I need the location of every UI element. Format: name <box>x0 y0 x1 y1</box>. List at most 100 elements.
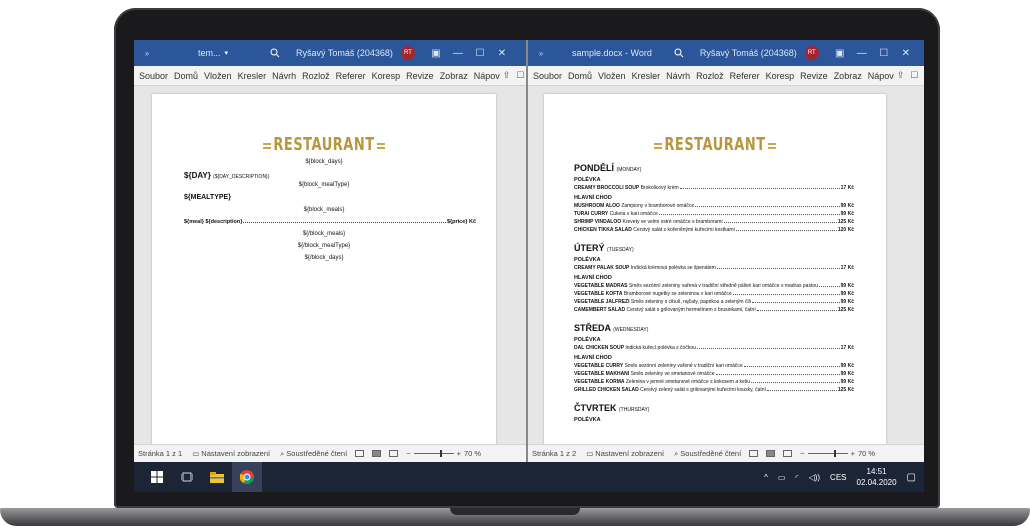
tab-kresleni[interactable]: Kresler <box>629 71 664 81</box>
taskbar-clock[interactable]: 14:51 02.04.2020 <box>857 466 897 488</box>
restaurant-logo: RESTAURANT <box>544 135 886 156</box>
zoom-thumb[interactable] <box>833 450 836 457</box>
menu-item-row: VEGETABLE KORMA Zelenina v jemné smetano… <box>574 379 854 385</box>
tab-napoveda[interactable]: Nápov <box>865 71 897 81</box>
document-page[interactable]: RESTAURANT PONDĚLÍ (MONDAY) POLÉVKA CREAMY… <box>544 94 886 444</box>
search-icon[interactable] <box>672 48 686 58</box>
tray-chevron-icon[interactable]: ^ <box>764 473 768 482</box>
focus-icon: ⌕ <box>280 448 285 458</box>
zoom-level[interactable]: 70 % <box>464 449 481 458</box>
tab-korespondence[interactable]: Koresp <box>369 71 404 81</box>
tab-rozlozeni[interactable]: Rozlož <box>299 71 333 81</box>
wifi-icon[interactable]: ◜ <box>795 473 798 482</box>
notifications-icon[interactable]: ▢ <box>907 472 916 483</box>
close-icon[interactable]: ✕ <box>895 48 917 59</box>
menu-item-row: VEGETABLE JALFREZI Směs zeleniny s cibul… <box>574 299 854 305</box>
comment-icon[interactable]: ☐ <box>910 70 918 81</box>
quick-access-chevron-icon[interactable]: » <box>140 49 154 58</box>
focus-mode-button[interactable]: ⌕ Soustředěné čtení <box>280 449 347 459</box>
web-layout-icon[interactable] <box>389 450 399 457</box>
tab-reference[interactable]: Referer <box>727 71 763 81</box>
avatar[interactable]: RT <box>804 46 819 60</box>
user-name[interactable]: Ryšavý Tomáš (204368) <box>296 48 393 58</box>
tab-domu[interactable]: Domů <box>565 71 595 81</box>
volume-icon[interactable]: ◁)) <box>809 473 820 482</box>
minimize-icon[interactable]: — <box>851 48 873 59</box>
avatar[interactable]: RT <box>400 46 415 60</box>
ribbon-display-icon[interactable]: ▣ <box>425 48 447 59</box>
focus-mode-button[interactable]: ⌕ Soustředěné čtení <box>674 449 741 459</box>
ribbon-tabs: Soubor Domů Vložen Kresler Návrh Rozlož … <box>134 66 526 86</box>
network-icon[interactable]: ▭ <box>778 473 786 482</box>
tab-vlozeni[interactable]: Vložen <box>201 71 235 81</box>
read-mode-icon[interactable] <box>355 450 365 457</box>
maximize-icon[interactable]: ☐ <box>873 48 895 59</box>
zoom-slider[interactable]: − + 70 % <box>406 449 481 458</box>
close-icon[interactable]: ✕ <box>491 48 513 59</box>
menu-section-title: POLÉVKA <box>574 417 601 423</box>
task-view-icon[interactable] <box>172 462 202 492</box>
comment-icon[interactable]: ☐ <box>516 70 524 81</box>
view-settings-button[interactable]: ▭ Nastavení zobrazení <box>586 449 664 458</box>
page-count[interactable]: Stránka 1 z 2 <box>532 449 576 458</box>
menu-item-row: CHICKEN TIKKA SALAD Čerstvý salát s koře… <box>574 227 854 233</box>
ribbon-actions: ⇪ ☐ ☺ <box>503 70 526 81</box>
document-canvas[interactable]: RESTAURANT ${block_days} ${DAY} (${DAY_D… <box>134 86 526 444</box>
document-canvas[interactable]: RESTAURANT PONDĚLÍ (MONDAY) POLÉVKA CREAMY… <box>528 86 924 444</box>
ribbon-display-icon[interactable]: ▣ <box>829 48 851 59</box>
zoom-thumb[interactable] <box>439 450 442 457</box>
menu-section-title: HLAVNÍ CHOD <box>574 195 612 201</box>
menu-section-title: POLÉVKA <box>574 337 601 343</box>
share-icon[interactable]: ⇪ <box>503 70 511 81</box>
menu-item-row: VEGETABLE MADRAS Směs sezónní zeleniny v… <box>574 283 854 289</box>
tab-soubor[interactable]: Soubor <box>136 71 171 81</box>
tab-reference[interactable]: Referer <box>333 71 369 81</box>
menu-day-heading: PONDĚLÍ (MONDAY) <box>574 163 642 173</box>
read-mode-icon[interactable] <box>749 450 759 457</box>
search-icon[interactable] <box>268 48 282 58</box>
windows-taskbar: ^ ▭ ◜ ◁)) CES 14:51 02.04.2020 ▢ <box>134 462 924 492</box>
web-layout-icon[interactable] <box>783 450 793 457</box>
tab-revize[interactable]: Revize <box>403 71 437 81</box>
title-bar: » tem... ▾ Ryšavý Tomáš (204368) RT ▣ — … <box>134 40 526 66</box>
tab-soubor[interactable]: Soubor <box>530 71 565 81</box>
tab-kresleni[interactable]: Kresler <box>235 71 270 81</box>
share-icon[interactable]: ⇪ <box>897 70 905 81</box>
print-layout-icon[interactable] <box>766 450 776 457</box>
menu-item-row: VEGETABLE CURRY Směs sezónní zeleniny va… <box>574 363 854 369</box>
tab-navrh[interactable]: Návrh <box>663 71 693 81</box>
word-window-template[interactable]: » tem... ▾ Ryšavý Tomáš (204368) RT ▣ — … <box>134 40 526 462</box>
page-count[interactable]: Stránka 1 z 1 <box>138 449 182 458</box>
title-dropdown-icon[interactable]: ▾ <box>225 49 229 57</box>
zoom-slider[interactable]: − + 70 % <box>800 449 875 458</box>
quick-access-chevron-icon[interactable]: » <box>534 49 548 58</box>
placeholder-block-meals: ${block_meals} <box>303 207 345 213</box>
placeholder-block-mealtype: ${block_mealType} <box>298 182 350 188</box>
view-settings-button[interactable]: ▭ Nastavení zobrazení <box>192 449 270 458</box>
document-page[interactable]: RESTAURANT ${block_days} ${DAY} (${DAY_D… <box>152 94 496 444</box>
zoom-out-icon: − <box>406 449 411 458</box>
file-explorer-icon[interactable] <box>202 462 232 492</box>
zoom-level[interactable]: 70 % <box>858 449 875 458</box>
tab-korespondence[interactable]: Koresp <box>763 71 798 81</box>
clock-time: 14:51 <box>866 467 887 476</box>
tab-vlozeni[interactable]: Vložen <box>595 71 629 81</box>
tab-revize[interactable]: Revize <box>797 71 831 81</box>
tab-napoveda[interactable]: Nápov <box>471 71 503 81</box>
print-layout-icon[interactable] <box>372 450 382 457</box>
maximize-icon[interactable]: ☐ <box>469 48 491 59</box>
laptop-frame: » tem... ▾ Ryšavý Tomáš (204368) RT ▣ — … <box>0 0 1030 532</box>
tab-domu[interactable]: Domů <box>171 71 201 81</box>
system-tray: ^ ▭ ◜ ◁)) CES 14:51 02.04.2020 ▢ <box>764 466 916 488</box>
language-indicator[interactable]: CES <box>830 473 846 482</box>
placeholder-end-mealtype: ${/block_mealType} <box>297 243 351 249</box>
word-window-sample[interactable]: » sample.docx - Word Ryšavý Tomáš (20436… <box>528 40 924 462</box>
tab-zobrazeni[interactable]: Zobraz <box>831 71 865 81</box>
user-name[interactable]: Ryšavý Tomáš (204368) <box>700 48 797 58</box>
tab-navrh[interactable]: Návrh <box>269 71 299 81</box>
minimize-icon[interactable]: — <box>447 48 469 59</box>
windows-start-icon[interactable] <box>142 462 172 492</box>
tab-rozlozeni[interactable]: Rozlož <box>693 71 727 81</box>
chrome-icon[interactable] <box>232 462 262 492</box>
tab-zobrazeni[interactable]: Zobraz <box>437 71 471 81</box>
